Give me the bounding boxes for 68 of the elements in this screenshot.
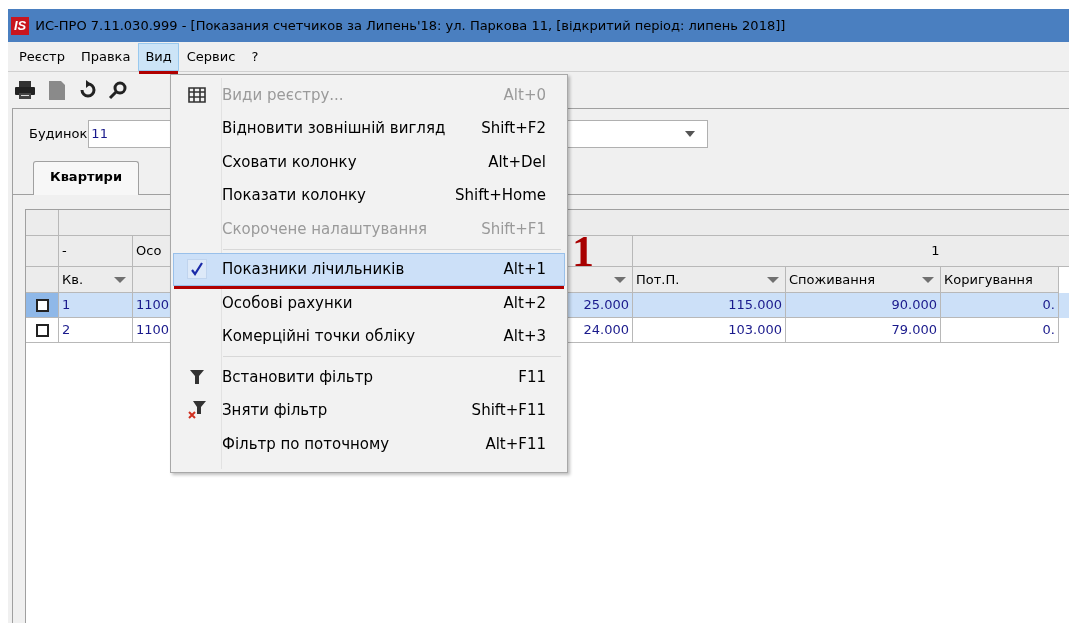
menu-option[interactable]: Сховати колонку Alt+Del [173, 145, 565, 179]
table-icon [188, 86, 206, 103]
printer-icon[interactable] [14, 80, 36, 100]
row-indicator-cell[interactable] [26, 293, 59, 318]
shortcut-label: Alt+F11 [485, 433, 546, 455]
filter-label: Будинок [29, 125, 88, 144]
shortcut-label: Shift+F1 [481, 218, 546, 240]
column-header[interactable]: Споживання [789, 269, 876, 290]
sort-arrow-icon[interactable] [767, 277, 779, 283]
window-title: ИС-ПРО 7.11.030.999 - [Показания счетчиков за Липень'18: ул. Паркова 11, [відкритий період: липень 2018]] [35, 16, 786, 35]
column-group-header: 1 [931, 242, 940, 261]
dropdown-arrow-icon [685, 131, 696, 137]
menu-item[interactable]: Правка [72, 42, 139, 71]
highlight-underline [139, 70, 178, 74]
menu-option[interactable]: Відновити зовнішній вигляд Shift+F2 [173, 111, 565, 145]
refresh-icon[interactable] [78, 80, 98, 100]
menu-item[interactable]: Реєстр [11, 42, 73, 71]
table-cell-text: 24.000 [583, 321, 629, 340]
shortcut-label: Alt+1 [503, 259, 546, 280]
header-cell [26, 210, 59, 236]
menu-option[interactable]: Комерційні точки обліку Alt+3 [173, 319, 565, 353]
sort-arrow-icon[interactable] [922, 277, 934, 283]
column-header[interactable]: Пот.П. [636, 269, 680, 290]
menu-item[interactable]: Сервис [178, 42, 244, 71]
menu-option[interactable]: Показати колонку Shift+Home [173, 178, 565, 212]
annotation-number: 1 [572, 228, 594, 276]
document-icon[interactable] [46, 79, 68, 101]
menu-option[interactable]: Зняти фільтр Shift+F11 [173, 393, 565, 427]
menu-option[interactable]: Особові рахунки Alt+2 [173, 286, 565, 320]
table-cell-text: 79.000 [891, 321, 937, 340]
shortcut-label: F11 [518, 366, 546, 388]
table-cell-text: 2 [62, 321, 71, 340]
table-cell-text: 115.000 [728, 296, 782, 315]
table-cell-text: 1 [62, 296, 71, 315]
filter-remove-icon [188, 401, 206, 420]
menu-item[interactable]: Вид [138, 42, 179, 71]
checkbox[interactable] [35, 323, 49, 337]
row-indicator-cell[interactable] [26, 318, 59, 343]
menu-option[interactable]: Фільтр по поточному Alt+F11 [173, 427, 565, 461]
app-logo: IS [11, 16, 30, 35]
sort-arrow-icon[interactable] [114, 277, 126, 283]
table-cell-text: 0. [1042, 321, 1055, 340]
sort-arrow-icon[interactable] [614, 277, 626, 283]
table-cell-text: 90.000 [891, 296, 937, 315]
table-cell-text: 1100 [136, 321, 170, 340]
column-header[interactable]: Кв. [62, 269, 84, 290]
table-cell-text: 0. [1042, 296, 1055, 315]
column-header[interactable]: Коригування [944, 269, 1033, 290]
shortcut-label: Alt+2 [503, 292, 546, 314]
shortcut-label: Alt+3 [503, 326, 546, 347]
shortcut-label: Shift+F11 [471, 400, 546, 421]
menu-item[interactable]: ? [243, 42, 267, 71]
table-cell-text: 103.000 [728, 321, 782, 340]
tab[interactable]: Квартири [33, 161, 139, 195]
column-group-header: Осо [136, 242, 162, 261]
shortcut-label: Shift+F2 [481, 118, 546, 139]
menu-option[interactable]: Встановити фільтр F11 [173, 360, 565, 394]
filter-icon [190, 369, 204, 384]
shortcut-label: Alt+Del [488, 151, 546, 173]
column-group-header: - [62, 242, 67, 261]
table-cell-text: 25.000 [583, 296, 629, 315]
table-cell-text: 1100 [136, 296, 170, 315]
search-icon[interactable] [108, 80, 128, 100]
menu-option[interactable]: Показники лічильників Alt+1 [173, 252, 565, 286]
field-value: 11 [91, 125, 108, 144]
checkbox[interactable] [35, 298, 49, 312]
shortcut-label: Shift+Home [455, 185, 546, 206]
shortcut-label: Alt+0 [503, 84, 546, 106]
